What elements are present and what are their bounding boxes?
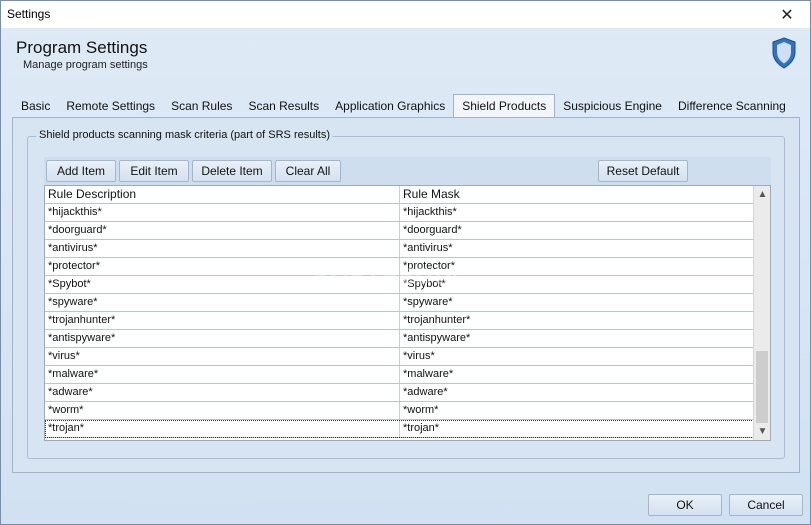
cell-rule-description: *malware* <box>45 366 400 383</box>
vertical-scrollbar[interactable]: ▲ ▼ <box>753 186 770 440</box>
tab-difference-scanning[interactable]: Difference Scanning <box>670 95 794 117</box>
header: Program Settings Manage program settings <box>1 28 810 92</box>
table-row[interactable]: *trojan* *trojan* <box>45 420 754 438</box>
table-header-row: Rule Description Rule Mask <box>45 186 754 204</box>
tab-scan-results[interactable]: Scan Results <box>240 95 327 117</box>
table-row[interactable]: *adware* *adware* <box>45 384 754 402</box>
cell-rule-mask: *virus* <box>403 350 435 362</box>
tab-application-graphics[interactable]: Application Graphics <box>327 95 453 117</box>
scroll-thumb[interactable] <box>756 351 768 423</box>
mask-criteria-group: Shield products scanning mask criteria (… <box>27 129 785 459</box>
shield-icon <box>772 37 796 69</box>
cell-rule-description: *doorguard* <box>45 222 400 239</box>
delete-item-button[interactable]: Delete Item <box>192 160 272 182</box>
cell-rule-description: *Spybot* <box>45 276 400 293</box>
group-legend: Shield products scanning mask criteria (… <box>36 129 334 141</box>
scroll-down-icon[interactable]: ▼ <box>754 423 771 440</box>
cell-rule-mask: *spyware* <box>403 296 453 308</box>
clear-all-button[interactable]: Clear All <box>275 160 341 182</box>
cell-rule-mask: *adware* <box>403 386 448 398</box>
cancel-button[interactable]: Cancel <box>729 494 803 516</box>
cell-rule-mask: *malware* <box>403 368 454 380</box>
scroll-up-icon[interactable]: ▲ <box>754 186 771 203</box>
cell-rule-mask: *worm* <box>403 404 439 416</box>
cell-rule-description: *virus* <box>45 348 400 365</box>
table-row[interactable]: *virus* *virus* <box>45 348 754 366</box>
tab-remote-settings[interactable]: Remote Settings <box>58 95 163 117</box>
ok-button[interactable]: OK <box>648 494 722 516</box>
table-row[interactable]: *hijackthis* *hijackthis* <box>45 204 754 222</box>
table-row[interactable]: *malware* *malware* <box>45 366 754 384</box>
title-bar[interactable]: Settings ✕ <box>1 1 810 28</box>
rules-table: Rule Description Rule Mask *hijackthis* *… <box>44 185 771 441</box>
tab-shield-products[interactable]: Shield Products <box>453 94 556 117</box>
cell-rule-mask: *antispyware* <box>403 332 471 344</box>
rules-table-body: Rule Description Rule Mask *hijackthis* *… <box>45 186 754 440</box>
reset-default-button[interactable]: Reset Default <box>598 160 688 182</box>
table-row[interactable]: *protector* *protector* <box>45 258 754 276</box>
table-row[interactable]: *spyware* *spyware* <box>45 294 754 312</box>
cell-rule-description: *protector* <box>45 258 400 275</box>
cell-rule-mask: *doorguard* <box>403 224 462 236</box>
cell-rule-mask: *protector* <box>403 260 455 272</box>
toolbar: Add Item Edit Item Delete Item Clear All… <box>44 157 771 186</box>
cell-rule-mask: *antivirus* <box>403 242 453 254</box>
column-header-rule-mask[interactable]: Rule Mask <box>400 186 754 203</box>
column-header-rule-description[interactable]: Rule Description <box>45 186 400 203</box>
window-title: Settings <box>7 7 51 21</box>
table-row[interactable]: *antispyware* *antispyware* <box>45 330 754 348</box>
page-subtitle: Manage program settings <box>23 59 148 71</box>
edit-item-button[interactable]: Edit Item <box>119 160 189 182</box>
cell-rule-description: *trojanhunter* <box>45 312 400 329</box>
settings-window: Settings ✕ Program Settings Manage progr… <box>0 0 811 525</box>
page-title: Program Settings <box>16 38 148 57</box>
cell-rule-description: *antivirus* <box>45 240 400 257</box>
cell-rule-description: *adware* <box>45 384 400 401</box>
close-icon[interactable]: ✕ <box>764 1 810 28</box>
table-row[interactable]: *Spybot* *Spybot* <box>45 276 754 294</box>
cell-rule-mask: *trojan* <box>403 422 440 434</box>
add-item-button[interactable]: Add Item <box>46 160 116 182</box>
tab-basic[interactable]: Basic <box>13 95 58 117</box>
cell-rule-mask: *hijackthis* <box>403 206 457 218</box>
cell-rule-description: *antispyware* <box>45 330 400 347</box>
tab-panel: Shield products scanning mask criteria (… <box>12 117 800 473</box>
table-row[interactable]: *trojanhunter* *trojanhunter* <box>45 312 754 330</box>
cell-rule-description: *hijackthis* <box>45 204 400 221</box>
cell-rule-mask: *Spybot* <box>403 278 446 290</box>
tab-scan-rules[interactable]: Scan Rules <box>163 95 240 117</box>
table-row[interactable]: *worm* *worm* <box>45 402 754 420</box>
cell-rule-mask: *trojanhunter* <box>403 314 471 326</box>
cell-rule-description: *trojan* <box>45 420 400 437</box>
table-row[interactable]: *antivirus* *antivirus* <box>45 240 754 258</box>
cell-rule-description: *spyware* <box>45 294 400 311</box>
cell-rule-description: *worm* <box>45 402 400 419</box>
tab-suspicious-engine[interactable]: Suspicious Engine <box>555 95 670 117</box>
tab-strip: Basic Remote Settings Scan Rules Scan Re… <box>13 94 794 117</box>
table-row[interactable]: *doorguard* *doorguard* <box>45 222 754 240</box>
